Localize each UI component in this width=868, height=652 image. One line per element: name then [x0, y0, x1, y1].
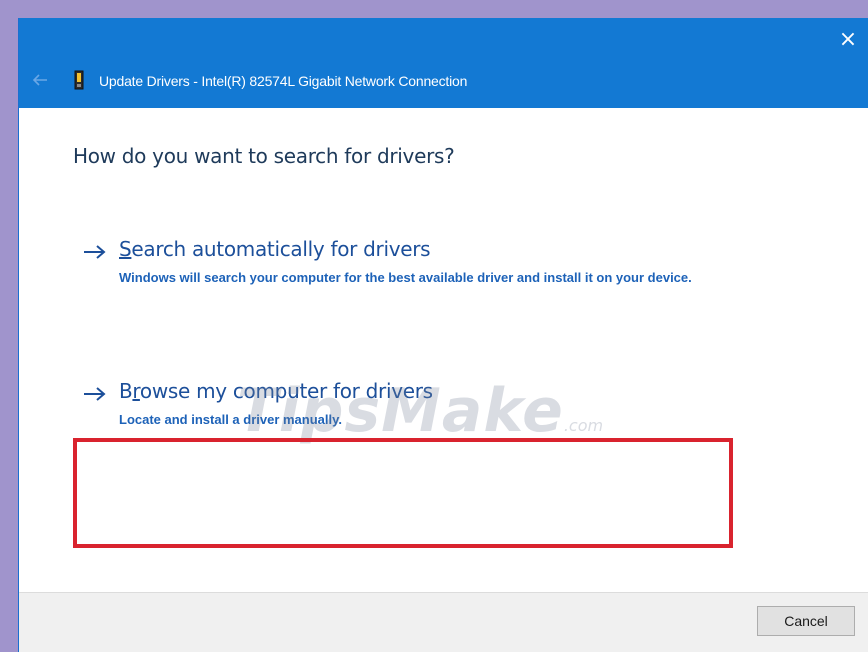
window-title: Update Drivers - Intel(R) 82574L Gigabit… — [99, 73, 468, 89]
close-icon: × — [838, 27, 858, 52]
close-button[interactable]: × — [834, 26, 862, 54]
desktop-frame: × Update Drivers - Intel(R) 82574L Gigab… — [0, 0, 868, 652]
search-automatically-link[interactable]: Search automatically for drivers — [119, 237, 431, 261]
arrow-right-icon — [84, 245, 106, 259]
highlight-annotation-box — [73, 438, 733, 548]
browse-computer-link[interactable]: Browse my computer for drivers — [119, 379, 433, 403]
accelerator-key: r — [132, 379, 140, 403]
page-heading: How do you want to search for drivers? — [73, 144, 455, 168]
option-title-text: owse my computer for drivers — [139, 379, 433, 403]
update-drivers-dialog: × Update Drivers - Intel(R) 82574L Gigab… — [18, 18, 868, 652]
arrow-right-icon — [84, 387, 106, 401]
option-title-text: earch automatically for drivers — [131, 237, 431, 261]
network-adapter-icon — [74, 70, 84, 90]
back-arrow-icon[interactable] — [31, 71, 49, 89]
option-title-first: B — [119, 379, 133, 403]
browse-computer-description: Locate and install a driver manually. — [119, 412, 342, 427]
search-automatically-description: Windows will search your computer for th… — [119, 270, 692, 285]
dialog-content: How do you want to search for drivers? S… — [19, 108, 868, 592]
dialog-footer: Cancel — [19, 592, 868, 652]
title-bar: × Update Drivers - Intel(R) 82574L Gigab… — [19, 18, 868, 108]
cancel-button[interactable]: Cancel — [757, 606, 855, 636]
accelerator-key: S — [119, 237, 132, 261]
